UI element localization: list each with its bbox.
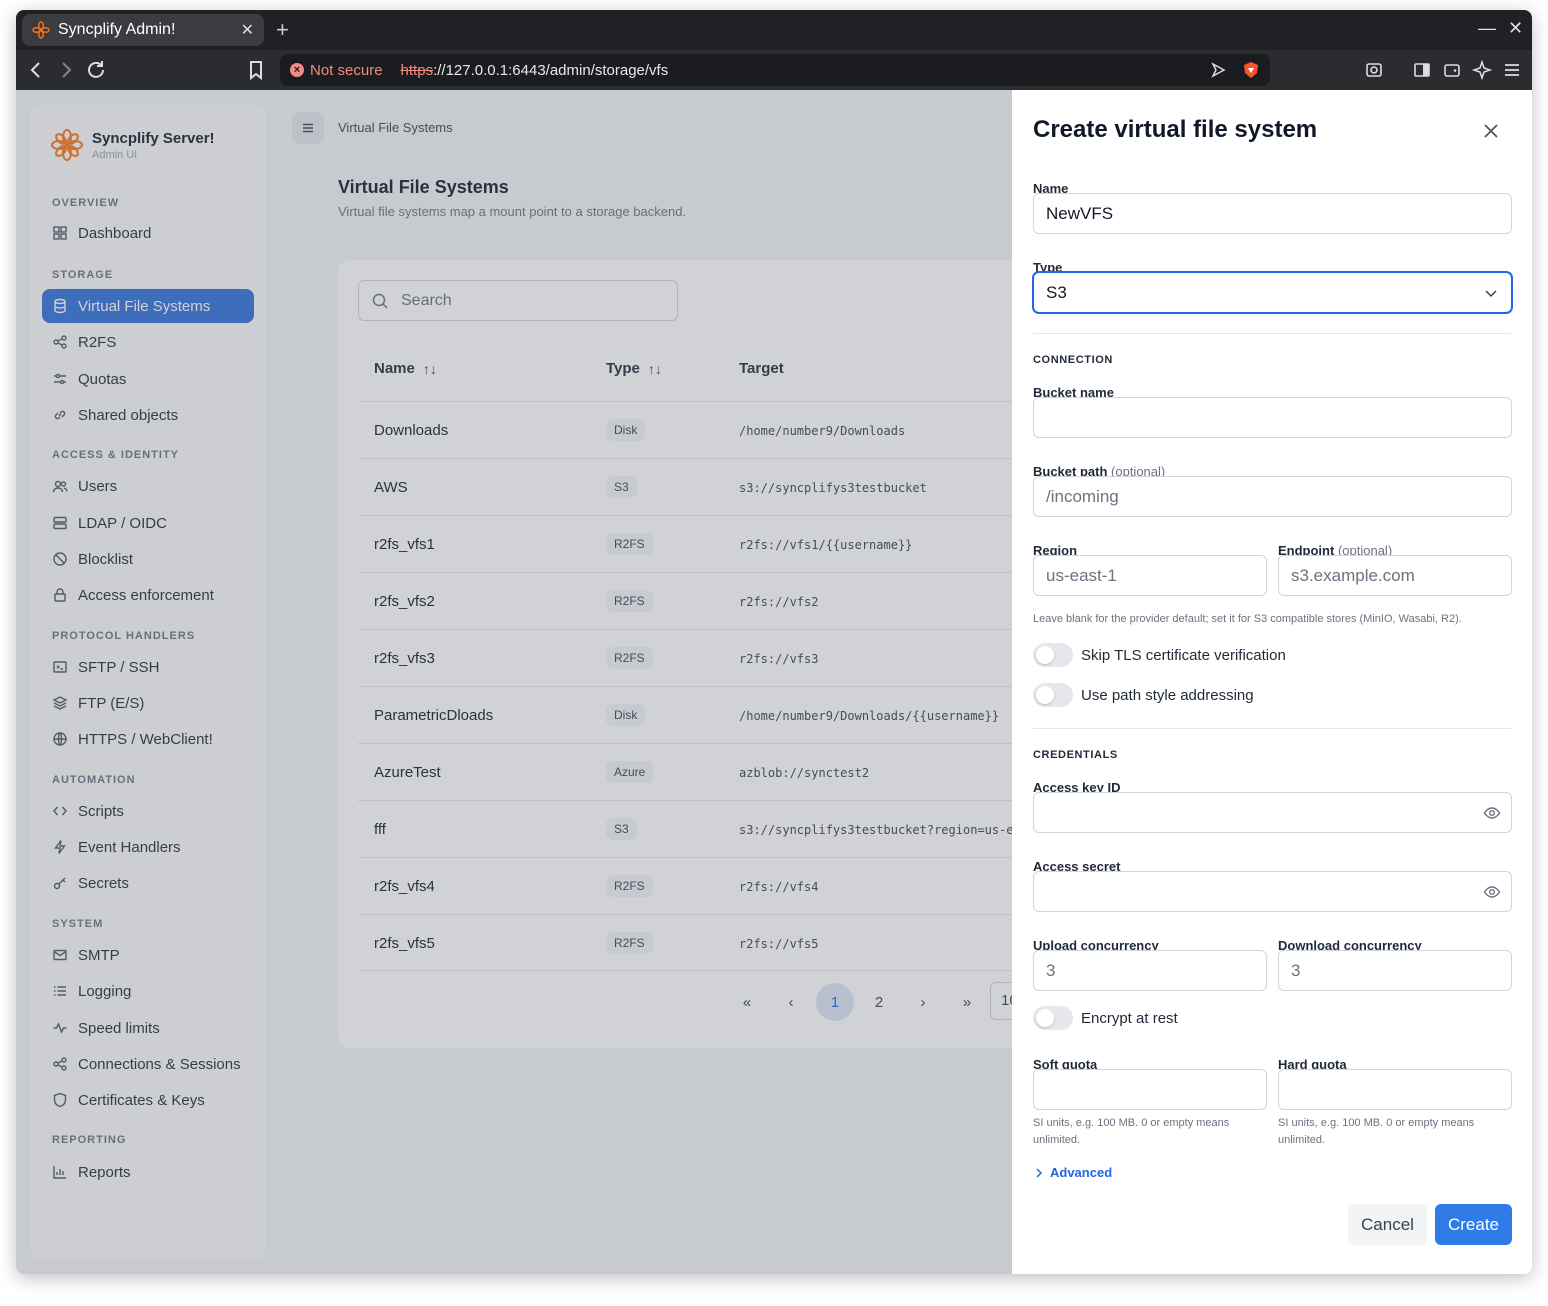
leo-ai-icon[interactable] xyxy=(1472,60,1492,80)
hard-quota-field[interactable] xyxy=(1278,1069,1512,1110)
upload-concurrency-field[interactable]: 3 xyxy=(1033,950,1267,991)
tab-strip: Syncplify Admin! ✕ + — ✕ xyxy=(16,10,1532,50)
url-text: ://127.0.0.1:6443/admin/storage/vfs xyxy=(433,61,669,79)
url-scheme: https xyxy=(400,61,434,79)
modal-backdrop[interactable] xyxy=(16,90,1012,1274)
create-button[interactable]: Create xyxy=(1435,1204,1512,1245)
minimize-icon[interactable]: — xyxy=(1478,18,1496,39)
back-icon[interactable] xyxy=(24,58,48,82)
path-style-label: Use path style addressing xyxy=(1081,687,1254,704)
connection-section-header: CONNECTION xyxy=(1033,354,1113,366)
name-field[interactable]: NewVFS xyxy=(1033,193,1512,234)
tab-title: Syncplify Admin! xyxy=(58,21,176,38)
close-icon[interactable] xyxy=(1480,120,1502,142)
close-tab-icon[interactable]: ✕ xyxy=(241,20,254,40)
drawer-title: Create virtual file system xyxy=(1033,116,1318,143)
path-style-toggle[interactable] xyxy=(1033,683,1073,707)
eye-icon[interactable] xyxy=(1483,804,1501,822)
bucket-name-field[interactable] xyxy=(1033,397,1512,438)
browser-window: Syncplify Admin! ✕ + — ✕ × Not secure ht… xyxy=(16,10,1532,1274)
endpoint-hint: Leave blank for the provider default; se… xyxy=(1033,613,1462,625)
browser-tab[interactable]: Syncplify Admin! ✕ xyxy=(22,14,264,46)
reload-icon[interactable] xyxy=(84,58,108,82)
address-bar[interactable]: × Not secure https ://127.0.0.1:6443/adm… xyxy=(280,54,1270,86)
advanced-toggle[interactable]: Advanced xyxy=(1033,1165,1112,1180)
soft-quota-field[interactable] xyxy=(1033,1069,1267,1110)
divider xyxy=(1033,728,1511,729)
encrypt-at-rest-label: Encrypt at rest xyxy=(1081,1010,1178,1027)
soft-quota-hint: SI units, e.g. 100 MB. 0 or empty means … xyxy=(1033,1117,1230,1146)
syncplify-favicon-icon xyxy=(32,21,50,39)
access-key-field[interactable] xyxy=(1033,792,1512,833)
bookmark-icon[interactable] xyxy=(244,58,268,82)
access-secret-field[interactable] xyxy=(1033,871,1512,912)
forward-icon[interactable] xyxy=(54,58,78,82)
share-icon[interactable] xyxy=(1210,62,1226,78)
eye-icon[interactable] xyxy=(1483,883,1501,901)
bucket-path-field[interactable]: /incoming xyxy=(1033,476,1512,517)
skip-tls-label: Skip TLS certificate verification xyxy=(1081,647,1286,664)
encrypt-at-rest-toggle[interactable] xyxy=(1033,1006,1073,1030)
type-select[interactable]: S3 xyxy=(1033,272,1512,313)
chevron-down-icon xyxy=(1485,290,1497,298)
sidebar-toggle-icon[interactable] xyxy=(1412,60,1432,80)
new-tab-icon[interactable]: + xyxy=(276,18,289,42)
security-status: Not secure xyxy=(310,61,383,79)
screenshot-icon[interactable] xyxy=(1364,60,1384,80)
region-field[interactable]: us-east-1 xyxy=(1033,555,1267,596)
download-concurrency-field[interactable]: 3 xyxy=(1278,950,1512,991)
divider xyxy=(1033,333,1511,334)
create-vfs-drawer: Create virtual file system Name NewVFS T… xyxy=(1012,90,1532,1274)
hard-quota-hint: SI units, e.g. 100 MB. 0 or empty means … xyxy=(1278,1117,1475,1146)
wallet-icon[interactable] xyxy=(1442,60,1462,80)
credentials-section-header: CREDENTIALS xyxy=(1033,749,1118,761)
brave-shield-icon[interactable] xyxy=(1242,61,1260,79)
browser-toolbar: × Not secure https ://127.0.0.1:6443/adm… xyxy=(16,50,1532,90)
cancel-button[interactable]: Cancel xyxy=(1348,1204,1427,1245)
type-select-value: S3 xyxy=(1046,283,1067,302)
endpoint-field[interactable]: s3.example.com xyxy=(1278,555,1512,596)
advanced-label: Advanced xyxy=(1050,1165,1113,1180)
skip-tls-toggle[interactable] xyxy=(1033,643,1073,667)
insecure-warning-icon: × xyxy=(290,63,304,77)
chevron-right-icon xyxy=(1036,1167,1043,1178)
menu-icon[interactable] xyxy=(1502,60,1522,80)
close-window-icon[interactable]: ✕ xyxy=(1508,18,1523,39)
